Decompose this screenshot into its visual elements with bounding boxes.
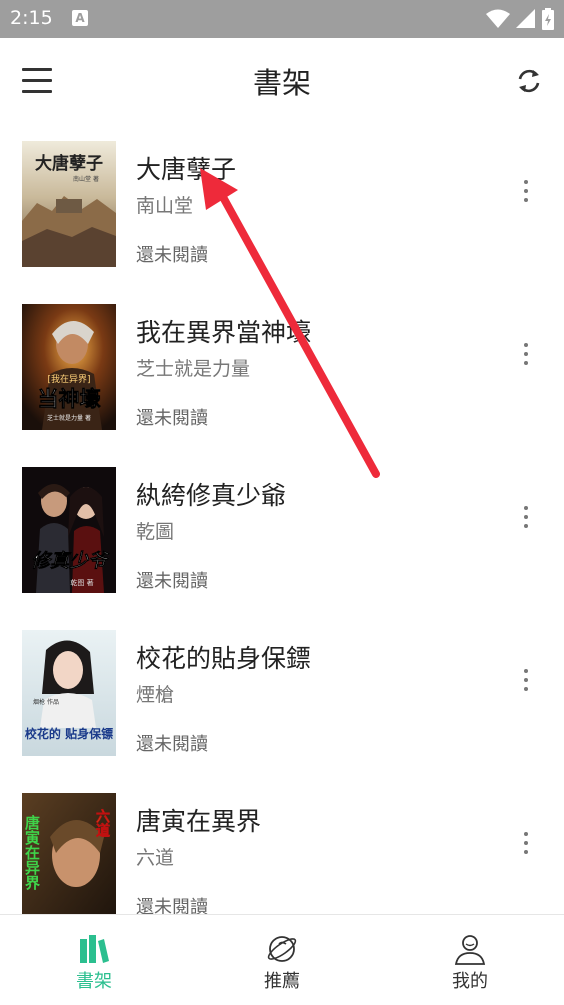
more-options-button[interactable]	[516, 341, 536, 367]
more-options-button[interactable]	[516, 830, 536, 856]
cover-title: 修真少爷	[31, 550, 110, 572]
book-item[interactable]: [我在异界] 当神壕 芝士就是力量 著 我在異界當神壕 芝士就是力量 還未閱讀	[0, 287, 564, 450]
cover-title: 当神壕	[38, 387, 102, 411]
more-vert-icon	[524, 506, 528, 510]
more-options-button[interactable]	[516, 178, 536, 204]
book-read-status: 還未閱讀	[136, 897, 208, 914]
more-vert-icon	[524, 180, 528, 184]
book-author: 芝士就是力量	[136, 358, 251, 380]
book-author: 乾圖	[136, 521, 175, 543]
book-read-status: 還未閱讀	[136, 245, 208, 266]
nav-bookshelf[interactable]: 書架	[0, 915, 188, 1005]
book-title: 紈絝修真少爺	[136, 481, 287, 510]
app-bar: 書架	[0, 38, 564, 124]
nav-profile[interactable]: 我的	[376, 915, 564, 1005]
bottom-navigation: 書架 推薦 我的	[0, 914, 564, 1005]
book-author: 南山堂	[136, 195, 194, 217]
book-cover: 烟枪 作品 校花的 贴身保镖	[22, 630, 116, 756]
status-bar: 2:15 A	[0, 0, 564, 38]
book-title: 校花的貼身保鏢	[136, 644, 312, 673]
refresh-button[interactable]	[514, 66, 544, 96]
book-item[interactable]: 修真少爷 乾图 著 紈絝修真少爺 乾圖 還未閱讀	[0, 450, 564, 613]
book-read-status: 還未閱讀	[136, 408, 208, 429]
more-options-button[interactable]	[516, 667, 536, 693]
status-time: 2:15	[10, 7, 53, 29]
cover-author: 南山堂 著	[73, 175, 99, 183]
book-item[interactable]: 唐寅在异界 六道 唐寅在異界 六道 還未閱讀	[0, 776, 564, 914]
book-title: 我在異界當神壕	[136, 318, 312, 347]
battery-icon	[542, 8, 554, 30]
notification-icon: A	[72, 10, 88, 26]
book-cover: 唐寅在异界 六道	[22, 793, 116, 914]
book-cover: 大唐孽子 南山堂 著	[22, 141, 116, 267]
page-title: 書架	[252, 66, 311, 100]
status-icons	[486, 8, 554, 30]
cover-author: 六道	[94, 808, 110, 838]
bookshelf-icon	[80, 935, 109, 963]
book-item[interactable]: 烟枪 作品 校花的 贴身保镖 校花的貼身保鏢 煙槍 還未閱讀	[0, 613, 564, 776]
cover-author: 芝士就是力量 著	[47, 414, 91, 422]
signal-icon	[516, 9, 535, 28]
cover-title: 校花的 贴身保镖	[25, 726, 113, 741]
book-cover: 修真少爷 乾图 著	[22, 467, 116, 593]
cover-subtitle: [我在异界]	[47, 373, 90, 385]
refresh-icon	[518, 69, 540, 93]
cover-title: 大唐孽子	[35, 153, 103, 174]
book-cover: [我在异界] 当神壕 芝士就是力量 著	[22, 304, 116, 430]
planet-icon	[267, 936, 297, 962]
wifi-icon	[486, 9, 510, 28]
book-read-status: 還未閱讀	[136, 734, 208, 755]
more-vert-icon	[524, 343, 528, 347]
nav-recommend[interactable]: 推薦	[188, 915, 376, 1005]
book-author: 煙槍	[136, 684, 175, 706]
more-vert-icon	[524, 832, 528, 836]
book-read-status: 還未閱讀	[136, 571, 208, 592]
book-list: 大唐孽子 南山堂 著 大唐孽子 南山堂 還未閱讀 [我在异界] 当神壕 芝士就是…	[0, 124, 564, 914]
nav-label: 推薦	[264, 971, 300, 992]
more-vert-icon	[524, 669, 528, 673]
cover-author: 乾图 著	[70, 578, 93, 587]
book-title: 大唐孽子	[136, 155, 237, 184]
nav-label: 書架	[76, 971, 112, 992]
nav-label: 我的	[452, 971, 488, 992]
cover-title: 唐寅在异界	[23, 814, 41, 891]
book-author: 六道	[136, 847, 175, 869]
cover-author: 烟枪 作品	[33, 698, 59, 706]
book-item[interactable]: 大唐孽子 南山堂 著 大唐孽子 南山堂 還未閱讀	[0, 124, 564, 287]
more-options-button[interactable]	[516, 504, 536, 530]
book-title: 唐寅在異界	[136, 807, 262, 836]
person-icon	[454, 935, 486, 965]
